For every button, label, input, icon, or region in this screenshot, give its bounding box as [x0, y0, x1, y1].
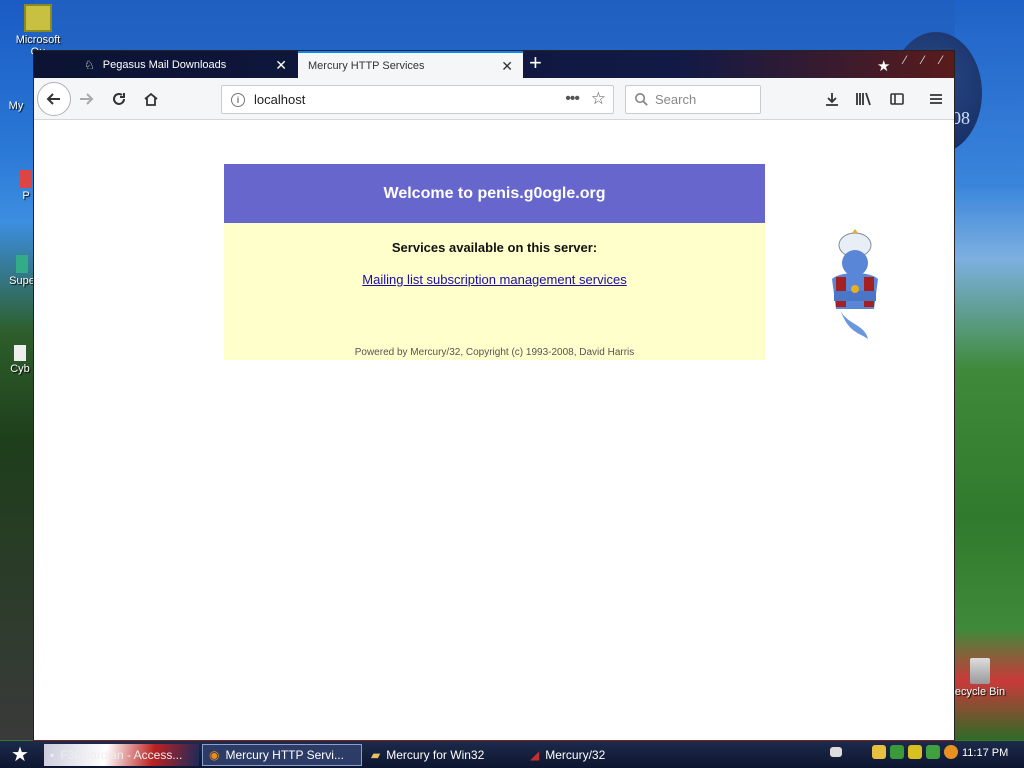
page-content: Welcome to penis.g0ogle.org Services ava…	[34, 121, 954, 740]
sidebar-button[interactable]	[883, 85, 911, 113]
taskbar-item-mercury-folder[interactable]: ▰ Mercury for Win32	[365, 744, 520, 766]
desktop-icon-label: Supe	[9, 275, 35, 287]
info-icon[interactable]: i	[231, 92, 245, 107]
taskbar-item-label: Mercury/32	[545, 748, 606, 762]
desktop-icon-label: My	[8, 100, 24, 112]
recycle-bin-icon	[970, 658, 990, 684]
update-icon[interactable]	[926, 745, 940, 759]
star-icon: ★	[877, 58, 891, 75]
tab-label: Mercury HTTP Services	[308, 59, 425, 72]
arrow-right-icon	[80, 93, 94, 105]
taskbar-item-mercury-http[interactable]: ◉ Mercury HTTP Servi...	[202, 744, 362, 766]
tab-mercury-http[interactable]: Mercury HTTP Services ✕	[298, 51, 523, 78]
search-input[interactable]	[655, 92, 755, 107]
pegasus-horse-icon: ♘	[84, 57, 95, 72]
mercury-icon: ◢	[530, 748, 540, 762]
keyboard-icon[interactable]	[830, 747, 842, 757]
minimize-button[interactable]: ⁄	[904, 53, 906, 67]
maximize-button[interactable]: ⁄	[922, 53, 924, 67]
app-icon: ▪	[50, 748, 55, 762]
taskbar: ★ ▪ F3Guardian - Access... ◉ Mercury HTT…	[0, 741, 1024, 768]
system-tray	[830, 745, 958, 759]
bookmark-star-icon[interactable]: ☆	[591, 89, 606, 109]
taskbar-item-label: F3Guardian - Access...	[60, 748, 183, 762]
download-icon	[826, 93, 838, 106]
close-window-button[interactable]: ⁄	[940, 53, 942, 67]
clock[interactable]: 11:17 PM	[962, 747, 1008, 759]
search-bar[interactable]	[625, 85, 761, 114]
genie-mascot-icon	[832, 229, 878, 339]
tab-pegasus-mail[interactable]: ♘ Pegasus Mail Downloads ✕	[74, 51, 297, 78]
tab-label: Pegasus Mail Downloads	[102, 58, 227, 71]
home-button[interactable]	[137, 85, 165, 113]
hamburger-icon	[930, 94, 942, 104]
start-button[interactable]: ★	[0, 741, 40, 768]
services-title: Services available on this server:	[391, 240, 598, 255]
welcome-card: Welcome to penis.g0ogle.org Services ava…	[224, 164, 765, 360]
home-icon	[144, 92, 158, 106]
network-icon[interactable]	[890, 745, 904, 759]
taskbar-item-mercury32[interactable]: ◢ Mercury/32	[524, 744, 679, 766]
search-tray-icon[interactable]	[944, 745, 958, 759]
taskbar-item-label: Mercury HTTP Servi...	[225, 748, 344, 762]
url-input[interactable]	[254, 92, 554, 107]
desktop-icon-label: ecycle Bin	[954, 686, 1006, 698]
powered-by-footer: Powered by Mercury/32, Copyright (c) 199…	[354, 347, 635, 358]
taskbar-item-f3guardian[interactable]: ▪ F3Guardian - Access...	[44, 744, 199, 766]
star-icon: ★	[11, 744, 29, 766]
shortcut-icon	[20, 170, 32, 188]
folder-icon: ▰	[371, 748, 381, 762]
downloads-button[interactable]	[818, 85, 846, 113]
shield-icon[interactable]	[908, 745, 922, 759]
browser-window: ♘ Pegasus Mail Downloads ✕ Mercury HTTP …	[33, 50, 955, 742]
reload-icon	[113, 93, 125, 105]
mailing-list-link[interactable]: Mailing list subscription management ser…	[224, 272, 765, 287]
tab-strip: ♘ Pegasus Mail Downloads ✕ Mercury HTTP …	[34, 51, 954, 78]
sidebar-icon	[890, 93, 904, 105]
outlook-icon	[24, 4, 52, 32]
forward-button[interactable]	[72, 85, 100, 113]
url-bar[interactable]: i ••• ☆	[221, 85, 614, 114]
search-icon	[635, 93, 648, 106]
desktop-icon-label: P	[22, 190, 30, 202]
menu-button[interactable]	[922, 85, 950, 113]
arrow-left-icon	[46, 93, 60, 105]
library-icon	[856, 92, 871, 106]
nav-toolbar: i ••• ☆	[34, 78, 954, 120]
reload-button[interactable]	[105, 85, 133, 113]
back-button[interactable]	[37, 82, 71, 116]
firefox-icon: ◉	[209, 748, 220, 762]
library-button[interactable]	[850, 85, 878, 113]
close-icon[interactable]: ✕	[501, 59, 513, 73]
taskbar-item-label: Mercury for Win32	[386, 748, 485, 762]
services-panel: Services available on this server: Maili…	[224, 223, 765, 360]
close-icon[interactable]: ✕	[275, 58, 287, 72]
new-tab-button[interactable]: +	[529, 52, 542, 74]
desktop-icon-recycle-bin[interactable]: ecycle Bin	[950, 658, 1010, 698]
welcome-heading: Welcome to penis.g0ogle.org	[224, 164, 765, 223]
shortcut-icon	[16, 255, 28, 273]
page-actions-icon[interactable]: •••	[565, 90, 580, 108]
shortcut-icon	[14, 345, 26, 361]
genie-tray-icon[interactable]	[872, 745, 886, 759]
desktop-icon-label: Cyb	[10, 363, 30, 375]
